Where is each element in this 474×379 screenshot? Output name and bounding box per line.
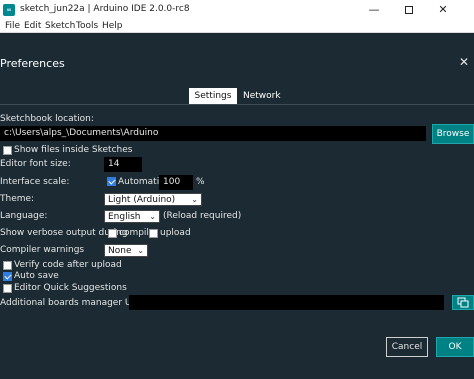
language-note: (Reload required) bbox=[163, 211, 242, 221]
arduino-preferences-window: ∞ sketch_jun22a | Arduino IDE 2.0.0-rc8 … bbox=[0, 0, 474, 379]
compiler-warnings-label: Compiler warnings bbox=[0, 245, 85, 255]
edit-window-icon bbox=[457, 297, 469, 308]
interface-scale-label: Interface scale: bbox=[0, 177, 70, 187]
theme-select[interactable]: Light (Arduino) ⌄ bbox=[104, 193, 202, 206]
close-window-button[interactable]: ✕ bbox=[428, 0, 458, 20]
cancel-button[interactable]: Cancel bbox=[386, 337, 428, 357]
boards-urls-edit-button[interactable] bbox=[452, 295, 474, 310]
language-select[interactable]: English ⌄ bbox=[104, 210, 160, 223]
sketchbook-location-input[interactable]: c:\Users\alps_\Documents\Arduino bbox=[0, 126, 426, 141]
maximize-icon bbox=[405, 6, 413, 14]
compiler-warnings-select[interactable]: None ⌄ bbox=[104, 244, 148, 257]
compiler-warnings-value: None bbox=[108, 246, 132, 256]
automatic-label: Automatic bbox=[118, 177, 165, 187]
dialog-title: Preferences bbox=[0, 57, 65, 70]
theme-label: Theme: bbox=[0, 194, 35, 204]
interface-scale-input[interactable]: 100 bbox=[159, 175, 193, 190]
boards-urls-input[interactable] bbox=[129, 295, 444, 310]
verify-label: Verify code after upload bbox=[14, 260, 122, 270]
language-label: Language: bbox=[0, 211, 48, 221]
title-bar: ∞ sketch_jun22a | Arduino IDE 2.0.0-rc8 … bbox=[0, 0, 474, 20]
verbose-upload-checkbox[interactable] bbox=[149, 229, 158, 238]
auto-save-checkbox[interactable] bbox=[3, 272, 12, 281]
menu-edit[interactable]: Edit bbox=[24, 21, 41, 31]
menu-bar: File Edit Sketch Tools Help bbox=[0, 20, 474, 33]
show-files-label: Show files inside Sketches bbox=[14, 145, 133, 155]
tab-settings[interactable]: Settings bbox=[189, 88, 237, 104]
chevron-down-icon: ⌄ bbox=[191, 195, 198, 204]
tab-divider bbox=[0, 104, 474, 105]
arduino-icon: ∞ bbox=[3, 4, 15, 16]
auto-save-label: Auto save bbox=[14, 271, 59, 281]
font-size-input[interactable]: 14 bbox=[104, 157, 142, 172]
ok-button[interactable]: OK bbox=[436, 337, 474, 357]
verify-checkbox[interactable] bbox=[3, 261, 12, 270]
theme-select-value: Light (Arduino) bbox=[108, 195, 176, 205]
menu-tools[interactable]: Tools bbox=[76, 21, 98, 31]
verbose-compile-checkbox[interactable] bbox=[108, 229, 117, 238]
percent-label: % bbox=[196, 177, 205, 187]
chevron-down-icon: ⌄ bbox=[149, 212, 156, 221]
maximize-button[interactable] bbox=[394, 0, 424, 20]
sketchbook-location-label: Sketchbook location: bbox=[0, 114, 94, 124]
window-title: sketch_jun22a | Arduino IDE 2.0.0-rc8 bbox=[20, 4, 190, 14]
boards-urls-label: Additional boards manager URLs: bbox=[0, 298, 151, 308]
dialog-close-button[interactable]: ✕ bbox=[459, 55, 469, 69]
show-files-checkbox[interactable] bbox=[3, 146, 12, 155]
browse-button[interactable]: Browse bbox=[432, 124, 474, 144]
minimize-button[interactable]: — bbox=[359, 0, 389, 20]
menu-help[interactable]: Help bbox=[102, 21, 123, 31]
chevron-down-icon: ⌄ bbox=[137, 246, 144, 255]
language-select-value: English bbox=[108, 212, 141, 222]
verbose-upload-label: upload bbox=[160, 228, 191, 238]
quick-suggestions-checkbox[interactable] bbox=[3, 284, 12, 293]
font-size-label: Editor font size: bbox=[0, 159, 71, 169]
automatic-checkbox[interactable] bbox=[107, 177, 116, 186]
quick-suggestions-label: Editor Quick Suggestions bbox=[14, 283, 127, 293]
tab-network[interactable]: Network bbox=[243, 88, 281, 104]
menu-file[interactable]: File bbox=[5, 21, 20, 31]
menu-sketch[interactable]: Sketch bbox=[45, 21, 75, 31]
